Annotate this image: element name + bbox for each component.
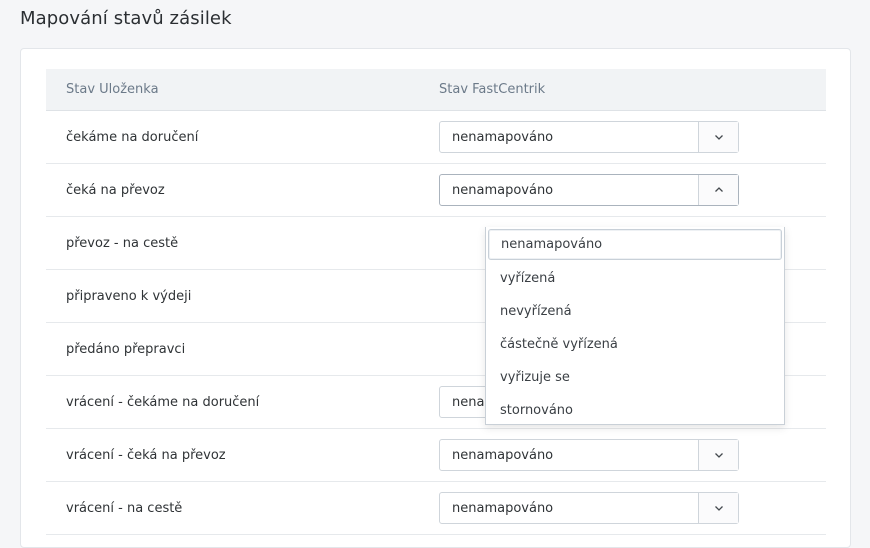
dropdown-option[interactable]: vyřizuje se (488, 361, 782, 394)
table-header: Stav Uloženka Stav FastCentrik (46, 69, 826, 111)
header-ulozenka: Stav Uloženka (66, 82, 159, 97)
dropdown-option[interactable]: vyřízená (488, 262, 782, 295)
status-select[interactable]: nenamapováno (439, 121, 739, 153)
table-row: vrácení - čeká na převoz nenamapováno (46, 429, 826, 482)
dropdown-option[interactable]: nenamapováno (488, 229, 782, 260)
status-select-open[interactable]: nenamapováno (439, 174, 739, 206)
chevron-up-icon[interactable] (698, 175, 738, 205)
status-dropdown-menu: nenamapováno vyřízená nevyřízená částečn… (485, 227, 785, 425)
status-label: převoz - na cestě (66, 235, 179, 251)
header-fastcentrik: Stav FastCentrik (439, 82, 546, 97)
dropdown-option[interactable]: stornováno (488, 394, 782, 427)
chevron-down-icon[interactable] (698, 493, 738, 523)
table-row: čekáme na doručení nenamapováno (46, 111, 826, 164)
status-select[interactable]: nenamapováno (439, 492, 739, 524)
status-label: vrácení - na cestě (66, 500, 183, 516)
select-value: nenamapováno (452, 182, 554, 198)
table-row: vrácení - na cestě nenamapováno (46, 482, 826, 535)
chevron-down-icon[interactable] (698, 440, 738, 470)
mapping-card: Stav Uloženka Stav FastCentrik čekáme na… (20, 48, 851, 548)
status-label: připraveno k výdeji (66, 288, 192, 304)
status-label: vrácení - čeká na převoz (66, 447, 226, 463)
table-row: čeká na převoz nenamapováno (46, 164, 826, 217)
select-value: nenamapováno (452, 500, 554, 516)
status-label: čeká na převoz (66, 182, 165, 198)
status-label: čekáme na doručení (66, 129, 199, 145)
dropdown-option[interactable]: nevyřízená (488, 295, 782, 328)
status-label: předáno přepravci (66, 341, 186, 357)
select-value: nenamapováno (452, 447, 554, 463)
status-label: vrácení - čekáme na doručení (66, 394, 260, 410)
mapping-table: Stav Uloženka Stav FastCentrik čekáme na… (46, 69, 826, 535)
status-select[interactable]: nenamapováno (439, 439, 739, 471)
page-title: Mapování stavů zásilek (20, 8, 232, 29)
chevron-down-icon[interactable] (698, 122, 738, 152)
dropdown-option[interactable]: částečně vyřízená (488, 328, 782, 361)
select-value: nenamapováno (452, 129, 554, 145)
